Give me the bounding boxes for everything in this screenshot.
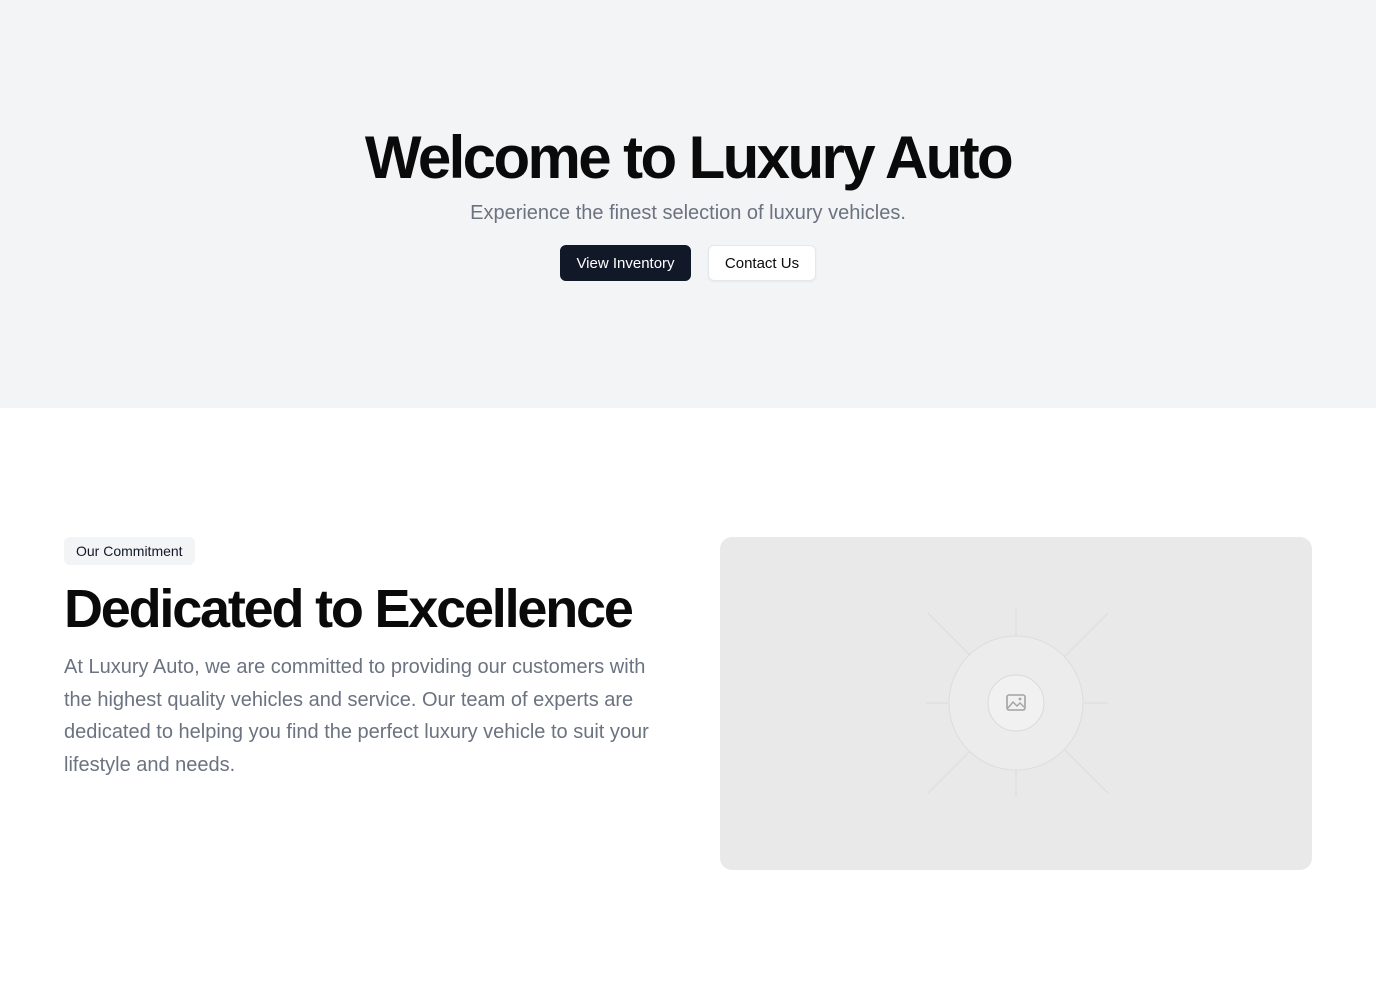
hero-section: Welcome to Luxury Auto Experience the fi… bbox=[0, 0, 1376, 408]
hero-title: Welcome to Luxury Auto bbox=[364, 124, 1014, 191]
section-description: At Luxury Auto, we are committed to prov… bbox=[64, 656, 649, 776]
contact-us-button[interactable]: Contact Us bbox=[708, 245, 816, 281]
placeholder-graphic bbox=[926, 609, 1109, 797]
section-title: Dedicated to Excellence bbox=[64, 579, 634, 639]
image-placeholder bbox=[720, 537, 1312, 870]
hero-subtitle: Experience the finest selection of luxur… bbox=[470, 202, 906, 224]
commitment-badge: Our Commitment bbox=[64, 537, 195, 565]
hero-actions: View Inventory Contact Us bbox=[0, 245, 1376, 281]
view-inventory-button[interactable]: View Inventory bbox=[560, 245, 691, 281]
image-icon bbox=[987, 674, 1045, 732]
